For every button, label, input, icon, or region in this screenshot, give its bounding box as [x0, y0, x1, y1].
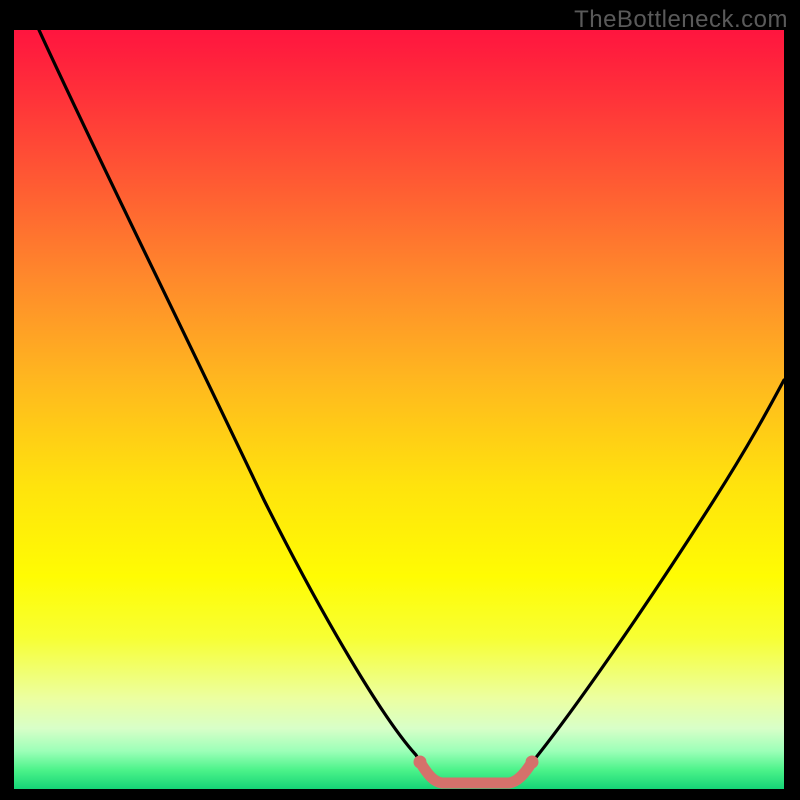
- chart-svg: [14, 30, 784, 789]
- chart-curve-line: [39, 30, 784, 782]
- chart-frame: [14, 30, 784, 789]
- marker-segment: [420, 762, 532, 783]
- marker-dot-right: [526, 756, 539, 769]
- watermark-text: TheBottleneck.com: [574, 6, 788, 34]
- chart-plot-area: [14, 30, 784, 789]
